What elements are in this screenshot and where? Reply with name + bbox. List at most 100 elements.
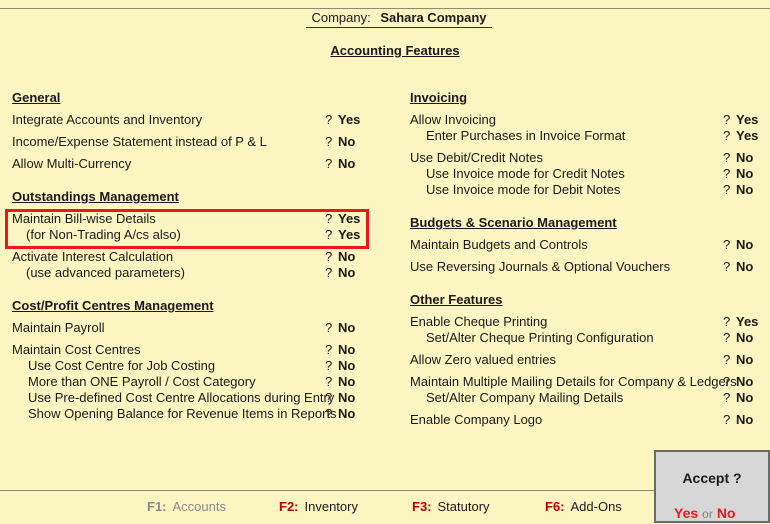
field-label: Integrate Accounts and Inventory [12, 112, 203, 127]
field-job-costing[interactable]: Use Cost Centre for Job Costing ? No [12, 358, 368, 374]
question-mark: ? [723, 166, 731, 181]
field-maintain-payroll[interactable]: Maintain Payroll ? No [12, 320, 368, 336]
f1-accounts-button: F1: Accounts [147, 499, 226, 514]
field-opening-balance[interactable]: Show Opening Balance for Revenue Items i… [12, 406, 368, 422]
field-label: Maintain Cost Centres [12, 342, 141, 357]
field-multiple-payroll[interactable]: More than ONE Payroll / Cost Category ? … [12, 374, 368, 390]
field-label: Allow Invoicing [410, 112, 496, 127]
section-heading-general: General [12, 90, 61, 105]
field-allow-invoicing[interactable]: Allow Invoicing ? Yes [410, 112, 766, 128]
question-mark: ? [723, 330, 731, 345]
field-value[interactable]: No [736, 182, 753, 198]
field-value[interactable]: No [338, 358, 355, 374]
screen-title: Accounting Features [330, 43, 460, 58]
field-advanced-parameters[interactable]: (use advanced parameters) ? No [12, 265, 368, 281]
question-mark: ? [325, 134, 333, 149]
f3-statutory-button[interactable]: F3: Statutory [412, 499, 490, 514]
field-value[interactable]: No [736, 374, 753, 390]
field-label: Set/Alter Cheque Printing Configuration [426, 330, 654, 345]
field-label: Enter Purchases in Invoice Format [426, 128, 626, 143]
field-value[interactable]: Yes [338, 112, 360, 128]
field-integrate-accounts[interactable]: Integrate Accounts and Inventory ? Yes [12, 112, 368, 128]
field-invoice-mode-debit[interactable]: Use Invoice mode for Debit Notes ? No [410, 182, 766, 198]
field-value[interactable]: No [736, 330, 753, 346]
field-value[interactable]: No [338, 374, 355, 390]
field-budgets-controls[interactable]: Maintain Budgets and Controls ? No [410, 237, 766, 253]
question-mark: ? [723, 128, 731, 143]
field-value[interactable]: No [736, 150, 753, 166]
fkey-text: Add-Ons [570, 499, 622, 514]
field-cheque-printing[interactable]: Enable Cheque Printing ? Yes [410, 314, 766, 330]
field-label: Set/Alter Company Mailing Details [426, 390, 624, 405]
field-value[interactable]: No [736, 259, 753, 275]
field-reversing-journals[interactable]: Use Reversing Journals & Optional Vouche… [410, 259, 766, 275]
field-debit-credit-notes[interactable]: Use Debit/Credit Notes ? No [410, 150, 766, 166]
field-label: Maintain Budgets and Controls [410, 237, 588, 252]
field-label: Maintain Bill-wise Details [12, 211, 156, 226]
fkey-label: F1: [147, 499, 167, 514]
question-mark: ? [325, 249, 333, 264]
field-value[interactable]: No [338, 342, 355, 358]
field-value[interactable]: Yes [736, 314, 758, 330]
question-mark: ? [723, 390, 731, 405]
field-maintain-cost-centres[interactable]: Maintain Cost Centres ? No [12, 342, 368, 358]
section-heading-other-features: Other Features [410, 292, 503, 307]
field-value[interactable]: No [338, 249, 355, 265]
company-header: Company: Sahara Company [306, 9, 492, 28]
field-non-trading-accounts[interactable]: (for Non-Trading A/cs also) ? Yes [12, 227, 368, 243]
field-value[interactable]: No [338, 406, 355, 422]
question-mark: ? [325, 227, 333, 242]
field-invoice-mode-credit[interactable]: Use Invoice mode for Credit Notes ? No [410, 166, 766, 182]
top-bar [0, 0, 770, 9]
field-value[interactable]: No [736, 390, 753, 406]
field-value[interactable]: Yes [338, 211, 360, 227]
field-company-logo[interactable]: Enable Company Logo ? No [410, 412, 766, 428]
question-mark: ? [723, 150, 731, 165]
field-income-expense-statement[interactable]: Income/Expense Statement instead of P & … [12, 134, 368, 150]
f6-add-ons-button[interactable]: F6: Add-Ons [545, 499, 622, 514]
field-multiple-mailing-details[interactable]: Maintain Multiple Mailing Details for Co… [410, 374, 766, 390]
field-value[interactable]: No [338, 156, 355, 172]
field-value[interactable]: No [338, 390, 355, 406]
question-mark: ? [325, 342, 333, 357]
field-company-mailing-details[interactable]: Set/Alter Company Mailing Details ? No [410, 390, 766, 406]
field-label: (use advanced parameters) [26, 265, 185, 280]
field-label: Enable Company Logo [410, 412, 543, 427]
question-mark: ? [325, 211, 333, 226]
field-label: Activate Interest Calculation [12, 249, 174, 264]
question-mark: ? [723, 314, 731, 329]
field-label: Use Invoice mode for Debit Notes [426, 182, 621, 197]
field-cheque-configuration[interactable]: Set/Alter Cheque Printing Configuration … [410, 330, 766, 346]
field-value[interactable]: Yes [338, 227, 360, 243]
field-label: (for Non-Trading A/cs also) [26, 227, 181, 242]
question-mark: ? [325, 156, 333, 171]
field-label: Maintain Payroll [12, 320, 105, 335]
accept-no-button[interactable]: No [717, 505, 736, 521]
field-label: More than ONE Payroll / Cost Category [28, 374, 256, 389]
accept-yes-button[interactable]: Yes [674, 505, 698, 521]
field-multi-currency[interactable]: Allow Multi-Currency ? No [12, 156, 368, 172]
field-label: Use Debit/Credit Notes [410, 150, 543, 165]
question-mark: ? [723, 182, 731, 197]
field-value[interactable]: Yes [736, 112, 758, 128]
field-value[interactable]: No [338, 134, 355, 150]
field-interest-calculation[interactable]: Activate Interest Calculation ? No [12, 249, 368, 265]
field-value[interactable]: No [338, 265, 355, 281]
field-purchases-invoice-format[interactable]: Enter Purchases in Invoice Format ? Yes [410, 128, 766, 144]
question-mark: ? [723, 112, 731, 127]
field-value[interactable]: Yes [736, 128, 758, 144]
question-mark: ? [723, 412, 731, 427]
field-value[interactable]: No [736, 352, 753, 368]
f2-inventory-button[interactable]: F2: Inventory [279, 499, 358, 514]
fkey-text: Accounts [172, 499, 226, 514]
field-value[interactable]: No [338, 320, 355, 336]
field-value[interactable]: No [736, 237, 753, 253]
company-name: Sahara Company [380, 10, 487, 25]
field-zero-valued-entries[interactable]: Allow Zero valued entries ? No [410, 352, 766, 368]
field-label: Use Pre-defined Cost Centre Allocations … [28, 390, 335, 405]
field-value[interactable]: No [736, 412, 753, 428]
field-bill-wise-details[interactable]: Maintain Bill-wise Details ? Yes [12, 211, 368, 227]
section-heading-budgets: Budgets & Scenario Management [410, 215, 617, 230]
field-predefined-allocations[interactable]: Use Pre-defined Cost Centre Allocations … [12, 390, 368, 406]
field-value[interactable]: No [736, 166, 753, 182]
